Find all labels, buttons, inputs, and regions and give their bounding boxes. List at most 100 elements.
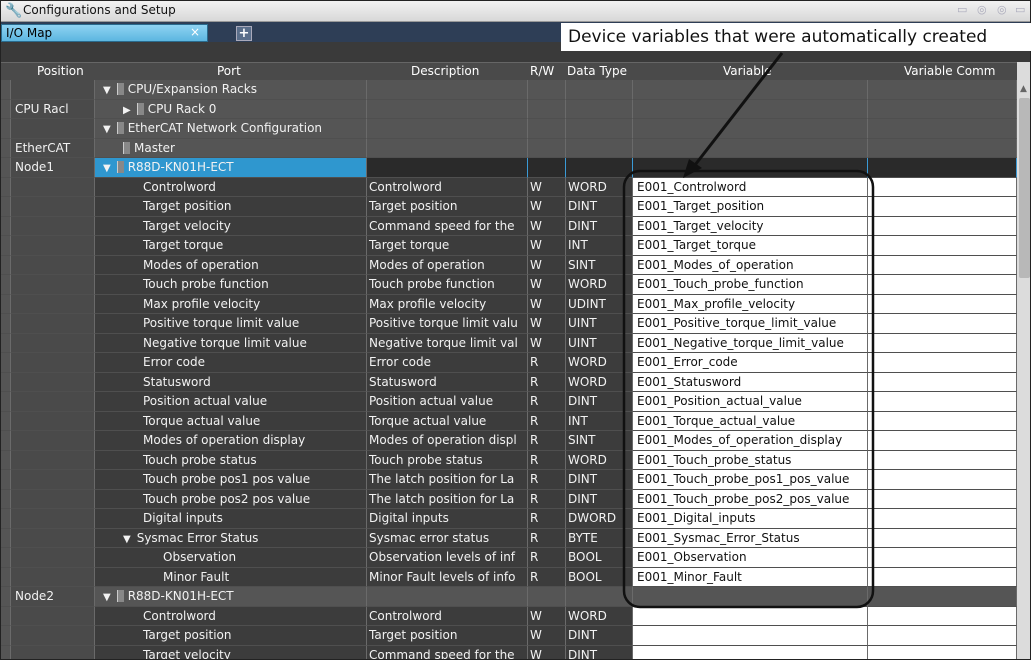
variable-cell[interactable]: E001_Position_actual_value — [633, 392, 868, 412]
column-data-type[interactable]: Data Type — [567, 64, 627, 78]
variable-comment-cell[interactable] — [868, 587, 1017, 607]
column-rw[interactable]: R/W — [530, 64, 554, 78]
variable-comment-cell[interactable] — [868, 645, 1017, 659]
variable-comment-cell[interactable] — [868, 177, 1017, 197]
variable-cell[interactable] — [633, 587, 868, 607]
variable-cell[interactable]: E001_Max_profile_velocity — [633, 294, 868, 314]
variable-cell[interactable]: E001_Sysmac_Error_Status — [633, 528, 868, 548]
variable-cell[interactable]: E001_Touch_probe_status — [633, 450, 868, 470]
variable-comment-cell[interactable] — [868, 372, 1017, 392]
variable-cell[interactable]: E001_Touch_probe_pos2_pos_value — [633, 489, 868, 509]
variable-comment-cell[interactable] — [868, 450, 1017, 470]
close-window-icon[interactable]: ▭ — [1015, 3, 1025, 16]
table-row[interactable]: Target torque Target torque W INT E001_Targe… — [1, 236, 1017, 256]
column-description[interactable]: Description — [411, 64, 479, 78]
variable-cell[interactable]: E001_Modes_of_operation — [633, 255, 868, 275]
variable-cell[interactable]: E001_Torque_actual_value — [633, 411, 868, 431]
variable-comment-cell[interactable] — [868, 606, 1017, 626]
variable-comment-cell[interactable] — [868, 80, 1017, 100]
scroll-thumb[interactable] — [1019, 98, 1030, 278]
restore-icon[interactable]: ▭ — [957, 3, 967, 16]
table-row[interactable]: Position actual value Position actual val… — [1, 392, 1017, 412]
variable-cell[interactable]: E001_Controlword — [633, 177, 868, 197]
collapse-arrow-icon[interactable]: ▼ — [103, 85, 111, 96]
variable-comment-cell[interactable] — [868, 353, 1017, 373]
table-row[interactable]: ▼ EtherCAT Network Configuration — [1, 119, 1017, 139]
variable-cell[interactable] — [633, 626, 868, 646]
column-position[interactable]: Position — [37, 64, 84, 78]
collapse-arrow-icon[interactable]: ▼ — [103, 592, 111, 603]
variable-cell[interactable]: E001_Observation — [633, 548, 868, 568]
variable-comment-cell[interactable] — [868, 236, 1017, 256]
table-row[interactable]: Target position Target position W DINT — [1, 626, 1017, 646]
variable-cell[interactable]: E001_Negative_torque_limit_value — [633, 333, 868, 353]
tab-close-icon[interactable]: × — [190, 25, 200, 39]
table-row[interactable]: Target velocity Command speed for the W DIN… — [1, 645, 1017, 659]
variable-comment-cell[interactable] — [868, 294, 1017, 314]
collapse-arrow-icon[interactable]: ▼ — [123, 534, 131, 545]
settings-icon[interactable]: ◎ — [977, 3, 987, 16]
variable-cell[interactable]: E001_Digital_inputs — [633, 509, 868, 529]
expand-arrow-icon[interactable]: ▶ — [123, 105, 131, 116]
variable-cell[interactable] — [633, 158, 868, 178]
variable-cell[interactable]: E001_Touch_probe_pos1_pos_value — [633, 470, 868, 490]
variable-cell[interactable]: E001_Statusword — [633, 372, 868, 392]
variable-cell[interactable]: E001_Target_velocity — [633, 216, 868, 236]
variable-comment-cell[interactable] — [868, 275, 1017, 295]
variable-comment-cell[interactable] — [868, 470, 1017, 490]
table-row[interactable]: Touch probe function Touch probe function… — [1, 275, 1017, 295]
table-row[interactable]: Node1 ▼ R88D-KN01H-ECT — [1, 158, 1017, 178]
variable-comment-cell[interactable] — [868, 567, 1017, 587]
table-row[interactable]: Observation Observation levels of inf R BOO… — [1, 548, 1017, 568]
table-row[interactable]: Touch probe status Touch probe status R WOR… — [1, 450, 1017, 470]
variable-cell[interactable]: E001_Minor_Fault — [633, 567, 868, 587]
table-row[interactable]: Digital inputs Digital inputs R DWORD E001_D… — [1, 509, 1017, 529]
variable-comment-cell[interactable] — [868, 528, 1017, 548]
variable-comment-cell[interactable] — [868, 158, 1017, 178]
variable-cell[interactable] — [633, 645, 868, 659]
add-tab-button[interactable]: + — [236, 26, 252, 41]
variable-cell[interactable] — [633, 99, 868, 119]
variable-comment-cell[interactable] — [868, 509, 1017, 529]
variable-cell[interactable]: E001_Touch_probe_function — [633, 275, 868, 295]
scroll-up-icon[interactable]: ▲ — [1020, 84, 1027, 94]
table-row[interactable]: Error code Error code R WORD E001_Error_code — [1, 353, 1017, 373]
variable-cell[interactable] — [633, 80, 868, 100]
variable-cell[interactable]: E001_Modes_of_operation_display — [633, 431, 868, 451]
variable-cell[interactable] — [633, 119, 868, 139]
table-row[interactable]: Target velocity Command speed for the W DIN… — [1, 216, 1017, 236]
table-row[interactable]: Touch probe pos2 pos value The latch posi… — [1, 489, 1017, 509]
variable-comment-cell[interactable] — [868, 431, 1017, 451]
variable-comment-cell[interactable] — [868, 411, 1017, 431]
table-row[interactable]: Negative torque limit value Negative torq… — [1, 333, 1017, 353]
table-row[interactable]: CPU Racl ▶ CPU Rack 0 — [1, 99, 1017, 119]
variable-comment-cell[interactable] — [868, 626, 1017, 646]
variable-comment-cell[interactable] — [868, 99, 1017, 119]
collapse-arrow-icon[interactable]: ▼ — [103, 124, 111, 135]
table-row[interactable]: Positive torque limit value Positive torq… — [1, 314, 1017, 334]
variable-comment-cell[interactable] — [868, 119, 1017, 139]
variable-cell[interactable] — [633, 606, 868, 626]
variable-cell[interactable]: E001_Positive_torque_limit_value — [633, 314, 868, 334]
table-row[interactable]: Touch probe pos1 pos value The latch posi… — [1, 470, 1017, 490]
help-icon[interactable]: ◎ — [997, 3, 1007, 16]
table-row[interactable]: Statusword Statusword R WORD E001_Statusword — [1, 372, 1017, 392]
table-row[interactable]: ▼ CPU/Expansion Racks — [1, 80, 1017, 100]
variable-comment-cell[interactable] — [868, 489, 1017, 509]
tab-io-map[interactable]: I/O Map × — [1, 24, 208, 42]
table-row[interactable]: Controlword Controlword W WORD E001_Controlw… — [1, 177, 1017, 197]
collapse-arrow-icon[interactable]: ▼ — [103, 163, 111, 174]
table-row[interactable]: EtherCAT Master — [1, 138, 1017, 158]
variable-comment-cell[interactable] — [868, 333, 1017, 353]
table-row[interactable]: Controlword Controlword W WORD — [1, 606, 1017, 626]
table-row[interactable]: Modes of operation Modes of operation W SIN… — [1, 255, 1017, 275]
table-row[interactable]: Minor Fault Minor Fault levels of info R BO… — [1, 567, 1017, 587]
table-row[interactable]: ▼ Sysmac Error Status Sysmac error status R… — [1, 528, 1017, 548]
table-row[interactable]: Node2 ▼ R88D-KN01H-ECT — [1, 587, 1017, 607]
variable-comment-cell[interactable] — [868, 314, 1017, 334]
column-variable[interactable]: Variable — [723, 64, 772, 78]
vertical-scrollbar[interactable]: ▲ — [1017, 62, 1030, 659]
table-row[interactable]: Max profile velocity Max profile velocity… — [1, 294, 1017, 314]
variable-cell[interactable] — [633, 138, 868, 158]
table-row[interactable]: Torque actual value Torque actual value R I… — [1, 411, 1017, 431]
